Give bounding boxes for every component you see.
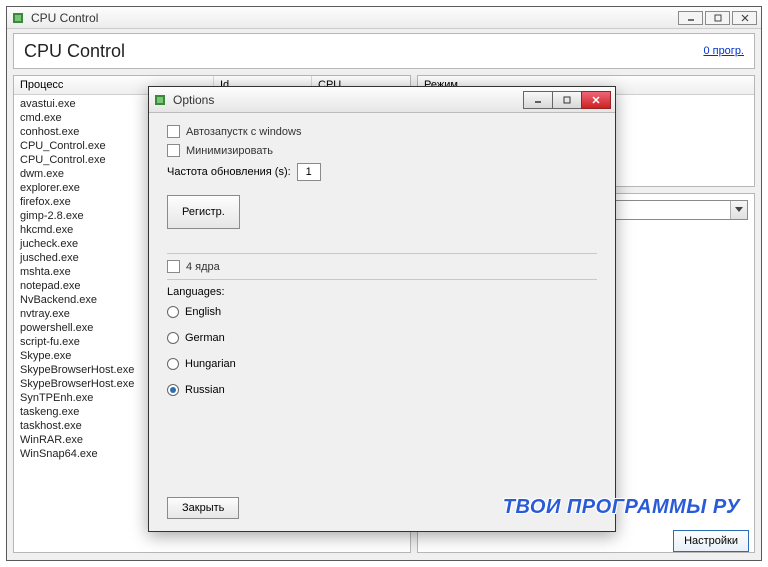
options-minimize-button[interactable]	[523, 91, 553, 109]
autostart-checkbox-row[interactable]: Автозапустк c windows	[167, 125, 597, 138]
divider-2	[167, 279, 597, 280]
four-cores-label: 4 ядра	[186, 261, 220, 273]
frequency-row: Частота обновления (s):	[167, 163, 597, 181]
lang-english-label: English	[185, 306, 221, 318]
main-title: CPU Control	[31, 11, 98, 25]
settings-button[interactable]: Настройки	[673, 530, 749, 552]
options-close-x-button[interactable]	[581, 91, 611, 109]
lang-german-label: German	[185, 332, 225, 344]
register-button[interactable]: Регистр.	[167, 195, 240, 229]
lang-russian-label: Russian	[185, 384, 225, 396]
main-titlebar: CPU Control	[7, 7, 761, 29]
lang-german-row[interactable]: German	[167, 332, 597, 344]
options-titlebar: Options	[149, 87, 615, 113]
maximize-button[interactable]	[705, 11, 730, 25]
options-close-button[interactable]: Закрыть	[167, 497, 239, 519]
four-cores-row[interactable]: 4 ядра	[167, 260, 597, 273]
languages-label: Languages:	[167, 286, 597, 298]
page-title: CPU Control	[24, 41, 125, 62]
frequency-label: Частота обновления (s):	[167, 166, 291, 178]
chevron-down-icon	[730, 201, 747, 219]
watermark: ТВОИ ПРОГРАММЫ РУ	[503, 496, 740, 519]
options-title: Options	[173, 93, 214, 107]
lang-russian-radio[interactable]	[167, 384, 179, 396]
lang-english-radio[interactable]	[167, 306, 179, 318]
minimize-checkbox-row[interactable]: Минимизировать	[167, 144, 597, 157]
lang-german-radio[interactable]	[167, 332, 179, 344]
frequency-input[interactable]	[297, 163, 321, 181]
minimize-checkbox[interactable]	[167, 144, 180, 157]
options-dialog: Options Автозапустк c windows Минимизиро…	[148, 86, 616, 532]
main-close-button[interactable]	[732, 11, 757, 25]
options-icon	[153, 93, 167, 107]
minimize-label: Минимизировать	[186, 145, 273, 157]
minimize-button[interactable]	[678, 11, 703, 25]
app-icon	[11, 11, 25, 25]
lang-hungarian-row[interactable]: Hungarian	[167, 358, 597, 370]
lang-english-row[interactable]: English	[167, 306, 597, 318]
divider	[167, 253, 597, 254]
four-cores-checkbox[interactable]	[167, 260, 180, 273]
autostart-checkbox[interactable]	[167, 125, 180, 138]
programs-link[interactable]: 0 прогр.	[703, 45, 744, 57]
header-panel: CPU Control 0 прогр.	[13, 33, 755, 69]
autostart-label: Автозапустк c windows	[186, 126, 302, 138]
lang-russian-row[interactable]: Russian	[167, 384, 597, 396]
options-maximize-button[interactable]	[552, 91, 582, 109]
lang-hungarian-label: Hungarian	[185, 358, 236, 370]
lang-hungarian-radio[interactable]	[167, 358, 179, 370]
